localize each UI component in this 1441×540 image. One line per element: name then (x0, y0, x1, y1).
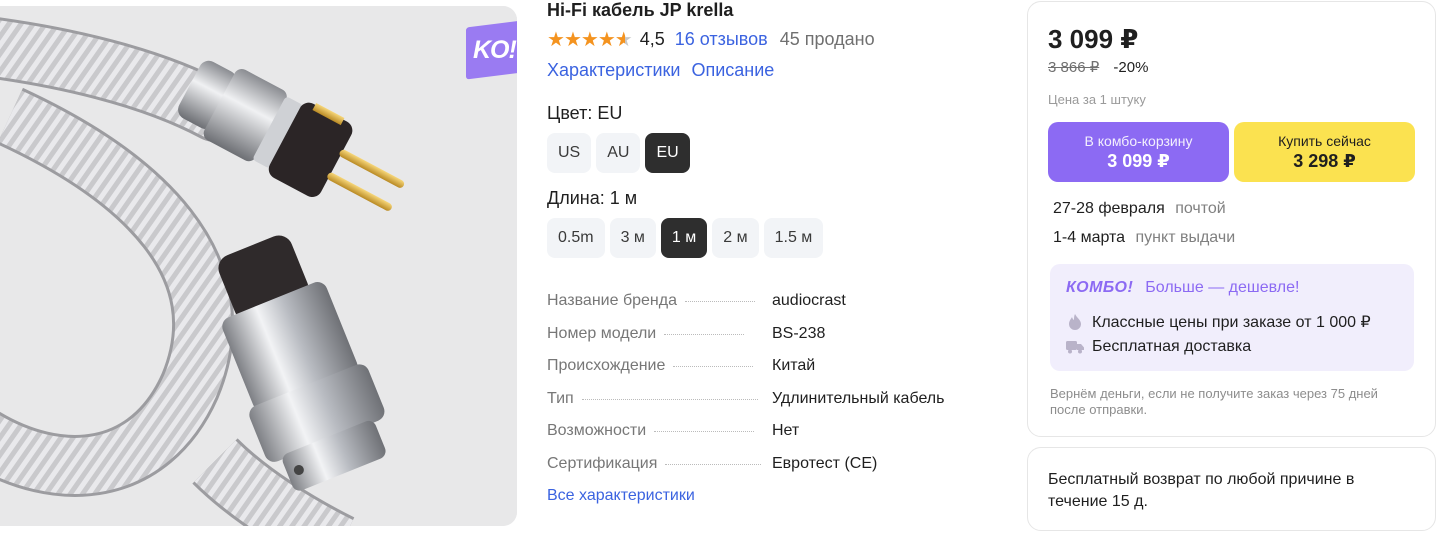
ko-badge: KO! (466, 20, 517, 80)
spec-row: Происхождение Китай (547, 357, 987, 390)
spec-dots (664, 333, 745, 335)
return-policy-text: Бесплатный возврат по любой причине в те… (1048, 471, 1355, 510)
combo-benefit-prices: Классные цены при заказе от 1 000 ₽ (1066, 312, 1371, 332)
delivery-option-pickup: 1-4 марта пункт выдачи (1053, 229, 1235, 247)
length-label: Длина: 1 м (547, 188, 638, 208)
reviews-link[interactable]: 16 отзывов (675, 29, 768, 50)
star-icon: ★ (580, 28, 599, 51)
combo-promo[interactable]: КОМБО! Больше — дешевле! Классные цены п… (1050, 264, 1414, 371)
specs-table: Название бренда audiocrast Номер модели … (547, 292, 987, 488)
spec-row: Возможности Нет (547, 422, 987, 455)
color-label: Цвет: EU (547, 103, 623, 123)
combo-benefit-text: Классные цены при заказе от 1 000 ₽ (1092, 314, 1371, 331)
buy-button-label: Купить сейчас (1278, 132, 1371, 149)
spec-key: Сертификация (547, 454, 658, 472)
spec-dots (684, 301, 755, 302)
current-price: 3 099 ₽ (1048, 24, 1139, 54)
spec-value: Нет (772, 422, 800, 440)
unit-price-note: Цена за 1 штуку (1048, 92, 1146, 107)
half-star-icon: ★ (614, 28, 633, 51)
spec-dots (581, 398, 758, 400)
star-icon: ★ (547, 28, 565, 51)
spec-key: Происхождение (547, 357, 666, 375)
delivery-date: 1-4 марта (1053, 229, 1126, 246)
length-chip-3m[interactable]: 3 м (609, 218, 656, 258)
cable-illustration (0, 6, 517, 526)
combo-slogan: Больше — дешевле! (1145, 279, 1300, 296)
combo-button-label: В комбо-корзину (1084, 132, 1193, 149)
rating-stars: ★ ★ ★ ★ ★ (547, 28, 633, 51)
combo-benefit-delivery: Бесплатная доставка (1066, 338, 1251, 356)
add-to-combo-button[interactable]: В комбо-корзину 3 099 ₽ (1048, 122, 1229, 182)
spec-value: BS-238 (772, 324, 826, 342)
length-chip-2m[interactable]: 2 м (712, 218, 759, 258)
combo-button-price: 3 099 ₽ (1107, 150, 1170, 171)
spec-value: audiocrast (772, 292, 846, 309)
spec-dots (673, 366, 754, 368)
truck-icon (1066, 338, 1084, 356)
spec-dots (654, 431, 755, 433)
spec-value: Удлинительный кабель (772, 389, 945, 407)
color-chip-us[interactable]: US (547, 133, 592, 173)
discount-badge: -20% (1113, 59, 1149, 76)
spec-row: Тип Удлинительный кабель (547, 390, 987, 423)
star-icon: ★ (597, 28, 616, 51)
spec-row: Сертификация Евротест (CE) (547, 455, 987, 488)
characteristics-link[interactable]: Характеристики (547, 60, 680, 81)
combo-header: КОМБО! Больше — дешевле! (1066, 279, 1299, 297)
length-chip-1m[interactable]: 1 м (660, 218, 708, 258)
color-chip-au[interactable]: AU (596, 133, 641, 173)
spec-row: Номер модели BS-238 (547, 325, 987, 358)
spec-key: Тип (547, 389, 574, 407)
product-image[interactable]: KO! (0, 6, 517, 526)
star-icon: ★ (563, 28, 582, 51)
buy-now-button[interactable]: Купить сейчас 3 298 ₽ (1234, 122, 1415, 182)
length-chip-1-5m[interactable]: 1.5 м (763, 218, 824, 258)
old-price-row: 3 866 ₽ -20% (1048, 58, 1148, 76)
buy-button-price: 3 298 ₽ (1293, 150, 1356, 171)
delivery-method: почтой (1175, 200, 1226, 217)
return-policy-card[interactable]: Бесплатный возврат по любой причине в те… (1027, 447, 1436, 531)
rating-value: 4,5 (639, 29, 665, 49)
spec-key: Возможности (547, 422, 647, 440)
spec-row: Название бренда audiocrast (547, 292, 987, 325)
delivery-date: 27-28 февраля (1053, 200, 1165, 217)
color-options: US AU EU (547, 133, 690, 173)
buy-card: 3 099 ₽ 3 866 ₽ -20% Цена за 1 штуку В к… (1027, 1, 1436, 437)
ko-badge-text: KO! (472, 35, 516, 64)
delivery-option-post: 27-28 февраля почтой (1053, 200, 1226, 218)
description-link[interactable]: Описание (691, 60, 774, 81)
all-specs-link[interactable]: Все характеристики (547, 487, 695, 505)
spec-dots (665, 463, 762, 465)
spec-key: Номер модели (547, 324, 657, 342)
sold-count: 45 продано (779, 29, 875, 49)
product-title: Hi-Fi кабель JP krella (547, 0, 734, 20)
combo-benefit-text: Бесплатная доставка (1092, 338, 1252, 355)
spec-value: Евротест (CE) (772, 454, 878, 472)
section-links: Характеристики Описание (547, 60, 774, 81)
combo-logo: КОМБО! (1066, 279, 1134, 296)
spec-key: Название бренда (547, 292, 677, 309)
refund-guarantee: Вернём деньги, если не получите заказ че… (1050, 386, 1378, 418)
delivery-method: пункт выдачи (1135, 229, 1236, 246)
length-chip-0-5m[interactable]: 0.5m (547, 218, 605, 258)
color-chip-eu[interactable]: EU (645, 133, 690, 173)
length-options: 0.5m 3 м 1 м 2 м 1.5 м (547, 218, 824, 258)
spec-value: Китай (772, 357, 816, 375)
old-price: 3 866 ₽ (1048, 59, 1100, 76)
rating-row: ★ ★ ★ ★ ★ 4,5 16 отзывов 45 продано (547, 29, 875, 50)
flame-icon (1066, 313, 1084, 331)
